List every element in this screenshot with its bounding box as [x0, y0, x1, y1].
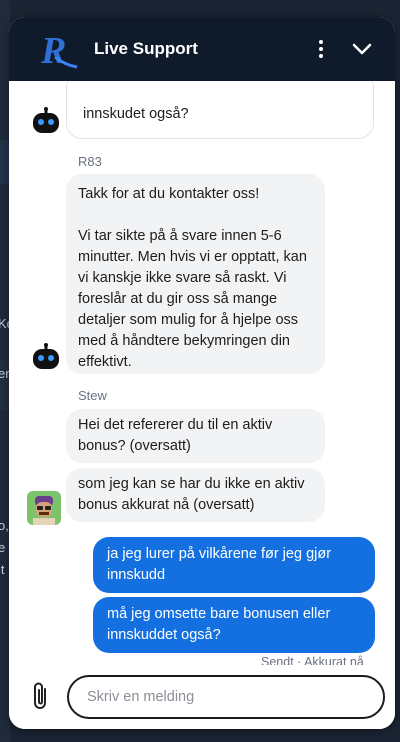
- more-vertical-icon[interactable]: [309, 35, 333, 63]
- chevron-down-icon[interactable]: [349, 37, 375, 61]
- message-bubble-agent: innskudet også?: [66, 81, 374, 139]
- sender-name: Stew: [78, 388, 107, 403]
- message-bubble-user: må jeg omsette bare bonusen eller innsku…: [93, 597, 375, 653]
- chat-widget: R Live Support innskudet også? R83 Takk …: [9, 17, 395, 729]
- bot-avatar-icon: [33, 343, 59, 369]
- message-bubble-user: ja jeg lurer på vilkårene før jeg gjør i…: [93, 537, 375, 593]
- background-text: it: [0, 562, 5, 577]
- message-bubble-agent: Takk for at du kontakter oss! Vi tar sik…: [66, 174, 325, 374]
- chat-header: R Live Support: [9, 17, 395, 81]
- agent-avatar: [27, 491, 61, 525]
- chat-title: Live Support: [94, 39, 198, 58]
- message-list[interactable]: innskudet også? R83 Takk for at du konta…: [9, 81, 395, 681]
- brand-logo-icon: R: [40, 30, 78, 71]
- sender-name: R83: [78, 154, 102, 169]
- message-bubble-agent: Hei det refererer du til en aktiv bonus?…: [66, 409, 325, 463]
- svg-text:R: R: [40, 30, 66, 71]
- message-input[interactable]: [67, 675, 385, 719]
- background-text: o,: [0, 518, 9, 533]
- message-bubble-agent: som jeg kan se har du ikke en aktiv bonu…: [66, 468, 325, 522]
- message-composer: [9, 665, 395, 729]
- bot-avatar-icon: [33, 107, 59, 133]
- background-text: e: [0, 540, 6, 555]
- paperclip-icon[interactable]: [29, 681, 53, 711]
